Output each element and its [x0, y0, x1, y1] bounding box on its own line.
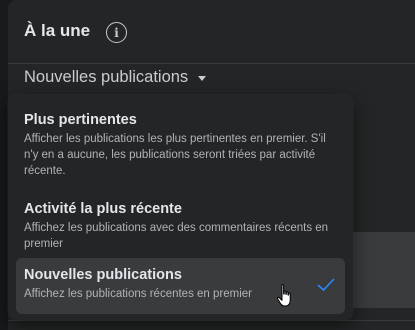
background-content-block	[353, 232, 415, 308]
menu-option-new-posts[interactable]: Nouvelles publications Affichez les publ…	[16, 258, 345, 314]
info-icon[interactable]: i	[106, 22, 127, 43]
menu-option-title: Plus pertinentes	[24, 112, 137, 128]
menu-option-recent-activity[interactable]: Activité la plus récente Affichez les pu…	[16, 192, 345, 258]
sort-dropdown-label: Nouvelles publications	[24, 68, 189, 86]
checkmark-icon	[317, 278, 335, 291]
menu-option-description: Afficher les publications les plus perti…	[24, 133, 326, 177]
caret-down-icon	[198, 76, 207, 81]
header-divider	[8, 63, 415, 64]
menu-option-description: Affichez les publications avec des comme…	[24, 222, 329, 250]
sort-dropdown-trigger[interactable]: Nouvelles publications	[24, 68, 207, 87]
menu-option-title: Activité la plus récente	[24, 201, 182, 217]
sort-options-menu: Plus pertinentes Afficher les publicatio…	[8, 95, 353, 320]
menu-option-most-relevant[interactable]: Plus pertinentes Afficher les publicatio…	[16, 103, 345, 192]
hand-cursor-icon	[276, 283, 291, 307]
background-divider	[8, 320, 415, 321]
feed-title: À la une	[24, 21, 91, 40]
screen: À la une i Nouvelles publications Plus p…	[0, 0, 415, 330]
